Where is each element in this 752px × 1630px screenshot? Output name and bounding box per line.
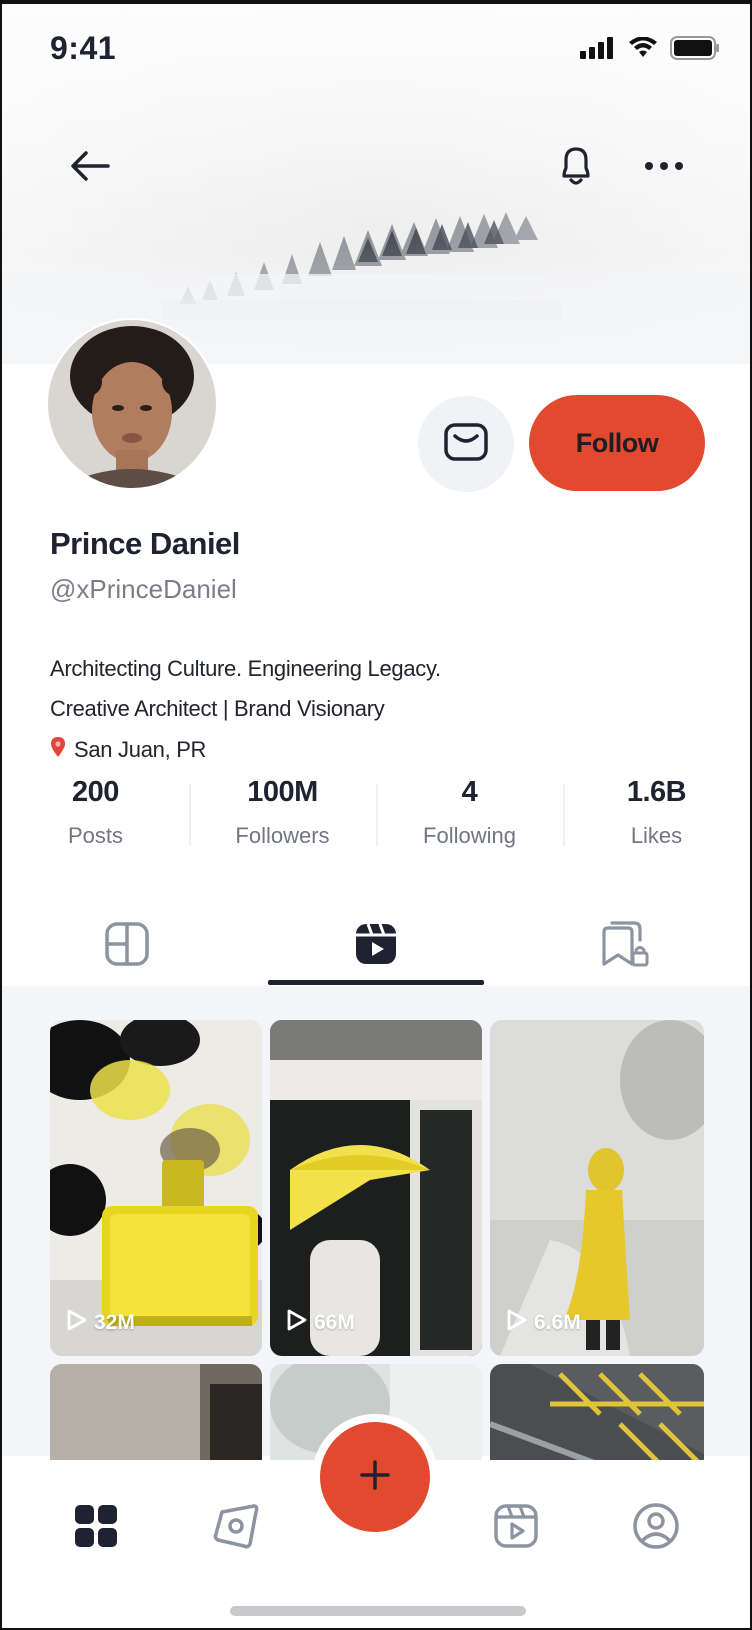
video-tile[interactable]: 6.6M	[490, 1020, 704, 1356]
message-button[interactable]	[418, 396, 514, 492]
view-count: 66M	[286, 1308, 355, 1338]
profile-handle: @xPrinceDaniel	[50, 574, 237, 604]
view-count-text: 66M	[314, 1311, 355, 1334]
view-count: 6.6M	[506, 1308, 581, 1338]
bio-line-1: Architecting Culture. Engineering Legacy…	[50, 656, 441, 681]
stat-label: Likes	[630, 823, 683, 848]
stat-value: 100M	[247, 776, 318, 808]
profile-icon	[632, 1502, 680, 1555]
status-icons	[580, 36, 720, 65]
message-icon	[443, 422, 489, 467]
stats-row: 200 Posts 100M Followers 4 Following 1.6…	[2, 776, 750, 849]
avatar[interactable]	[46, 318, 218, 490]
stat-likes[interactable]: 1.6B Likes	[563, 776, 750, 849]
nav-explore[interactable]	[204, 1496, 268, 1560]
content-tabs	[2, 904, 750, 988]
tab-saved[interactable]	[501, 904, 750, 988]
wifi-icon	[628, 36, 658, 64]
tab-grid[interactable]	[2, 904, 251, 988]
video-tile[interactable]: 66M	[270, 1020, 482, 1356]
stat-followers[interactable]: 100M Followers	[189, 776, 376, 849]
stat-label: Following	[423, 823, 516, 848]
view-count: 32M	[66, 1308, 135, 1338]
stat-posts[interactable]: 200 Posts	[2, 776, 189, 849]
location-row: San Juan, PR	[50, 736, 206, 764]
avatar-photo	[48, 320, 216, 488]
notification-bell-icon[interactable]	[546, 136, 606, 196]
location-pin-icon	[50, 736, 66, 764]
back-arrow-icon[interactable]	[60, 136, 120, 196]
nav-home[interactable]	[64, 1496, 128, 1560]
play-icon	[286, 1308, 308, 1338]
stat-label: Followers	[235, 823, 330, 848]
plus-icon	[358, 1458, 392, 1497]
profile-name: Prince Daniel	[50, 526, 240, 561]
follow-button[interactable]: Follow	[529, 395, 705, 491]
bio-line-2: Creative Architect | Brand Visionary	[50, 696, 385, 721]
play-icon	[66, 1308, 88, 1338]
stat-value: 4	[461, 776, 478, 808]
video-grid: 32M 66M 6.6M	[2, 986, 750, 1564]
home-indicator	[230, 1606, 526, 1616]
status-time: 9:41	[50, 30, 117, 66]
view-count-text: 6.6M	[534, 1311, 581, 1334]
cellular-signal-icon	[580, 37, 616, 64]
profile-screen: 9:41 Follow Prince Daniel @xPrinceDaniel…	[0, 0, 752, 1630]
saved-locked-icon	[600, 920, 650, 973]
stat-value: 200	[72, 776, 119, 808]
video-tile[interactable]: 32M	[50, 1020, 262, 1356]
location-text: San Juan, PR	[74, 737, 207, 762]
reels-icon	[354, 922, 398, 971]
stat-value: 1.6B	[626, 776, 687, 808]
tab-reels[interactable]	[251, 904, 500, 988]
active-tab-indicator	[268, 980, 484, 985]
nav-reels[interactable]	[484, 1496, 548, 1560]
dashboard-grid-icon	[74, 1504, 118, 1553]
more-options-icon[interactable]	[634, 136, 694, 196]
stat-label: Posts	[67, 823, 124, 848]
nav-profile[interactable]	[624, 1496, 688, 1560]
grid-icon	[104, 921, 150, 972]
compass-icon	[212, 1502, 260, 1555]
view-count-text: 32M	[94, 1311, 135, 1334]
battery-icon	[670, 36, 720, 65]
create-post-button[interactable]	[320, 1422, 430, 1532]
play-icon	[506, 1308, 528, 1338]
stat-following[interactable]: 4 Following	[376, 776, 563, 849]
reels-outline-icon	[493, 1503, 539, 1554]
